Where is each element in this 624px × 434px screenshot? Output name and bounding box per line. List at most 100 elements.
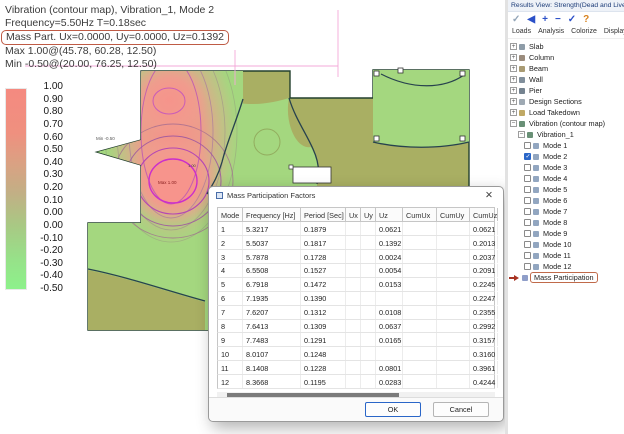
table-row[interactable]: 12 8.3668 0.1195 0.0283 0.4244 xyxy=(217,375,495,389)
mode-checkbox[interactable] xyxy=(524,219,531,226)
expander-icon[interactable]: − xyxy=(510,120,517,127)
tree-item[interactable]: Mode 3 xyxy=(508,162,624,173)
table-row[interactable]: 2 5.5037 0.1817 0.1392 0.2013 xyxy=(217,236,495,250)
tree-item[interactable]: Mode 10 xyxy=(508,239,624,250)
scrollbar-thumb[interactable] xyxy=(227,393,399,397)
results-tab[interactable]: Analysis xyxy=(538,28,564,35)
col-header-uz[interactable]: Uz xyxy=(376,208,403,221)
mode-checkbox[interactable] xyxy=(524,175,531,182)
validate-icon[interactable]: ✓ xyxy=(568,14,576,25)
table-row[interactable]: 5 6.7918 0.1472 0.0153 0.2245 xyxy=(217,278,495,292)
table-row[interactable]: 6 7.1935 0.1390 0.2247 xyxy=(217,292,495,306)
tree-item[interactable]: Mode 2 xyxy=(508,151,624,162)
col-header-cumux[interactable]: CumUx xyxy=(403,208,437,221)
column-marker xyxy=(374,136,379,141)
table-row[interactable]: 9 7.7483 0.1291 0.0165 0.3157 xyxy=(217,333,495,347)
tree-item[interactable]: Mass Participation xyxy=(508,272,624,283)
col-header-period[interactable]: Period [Sec] xyxy=(301,208,346,221)
cell-uy xyxy=(361,347,376,360)
mode-checkbox[interactable] xyxy=(524,252,531,259)
mode-checkbox[interactable] xyxy=(524,230,531,237)
tree-item[interactable]: + Load Takedown xyxy=(508,107,624,118)
cell-mode: 1 xyxy=(218,222,243,235)
back-arrow-icon[interactable]: ◀ xyxy=(527,14,535,25)
remove-icon[interactable]: − xyxy=(555,14,561,25)
tree-item[interactable]: Mode 8 xyxy=(508,217,624,228)
expander-icon[interactable]: + xyxy=(510,87,517,94)
cancel-button[interactable]: Cancel xyxy=(433,402,489,417)
tree-item[interactable]: + Design Sections xyxy=(508,96,624,107)
results-tab[interactable]: Display xyxy=(604,28,624,35)
expander-icon[interactable]: + xyxy=(510,109,517,116)
mass-participation-icon xyxy=(522,275,528,281)
plot-min-line: Min -0.50@(20.00, 76.25, 12.50) xyxy=(5,58,229,71)
col-header-cumuy[interactable]: CumUy xyxy=(437,208,470,221)
help-icon[interactable]: ? xyxy=(583,14,589,25)
mode-checkbox[interactable] xyxy=(524,142,531,149)
results-tab[interactable]: Loads xyxy=(512,28,531,35)
col-header-ux[interactable]: Ux xyxy=(346,208,361,221)
mode-checkbox[interactable] xyxy=(524,186,531,193)
col-header-cumuz[interactable]: CumUz xyxy=(470,208,498,221)
close-icon[interactable]: ✕ xyxy=(482,190,496,201)
tree-item[interactable]: + Column xyxy=(508,52,624,63)
expander-icon[interactable]: + xyxy=(510,65,517,72)
expander-icon[interactable]: + xyxy=(510,43,517,50)
tree-item[interactable]: Mode 4 xyxy=(508,173,624,184)
results-tab[interactable]: Colorize xyxy=(571,28,597,35)
tree-item[interactable]: + Slab xyxy=(508,41,624,52)
tree-item[interactable]: − Vibration (contour map) xyxy=(508,118,624,129)
tree-item[interactable]: Mode 9 xyxy=(508,228,624,239)
ok-button[interactable]: OK xyxy=(365,402,421,417)
tree-item[interactable]: Mode 11 xyxy=(508,250,624,261)
tree-item[interactable]: Mode 1 xyxy=(508,140,624,151)
table-row[interactable]: 1 5.3217 0.1879 0.0621 0.0621 xyxy=(217,222,495,236)
table-horizontal-scrollbar[interactable] xyxy=(217,392,495,397)
expander-icon[interactable]: + xyxy=(510,54,517,61)
cell-cumuz: 0.2247 xyxy=(470,292,498,305)
mode-checkbox[interactable] xyxy=(524,153,531,160)
green-zone-top-right xyxy=(373,70,469,147)
cell-mode: 12 xyxy=(218,375,243,388)
dialog-titlebar[interactable]: Mass Participation Factors ✕ xyxy=(209,187,503,203)
mode-checkbox[interactable] xyxy=(524,208,531,215)
table-row[interactable]: 8 7.6413 0.1309 0.0637 0.2992 xyxy=(217,320,495,334)
apply-check-icon[interactable]: ✓ xyxy=(512,14,520,25)
col-header-uy[interactable]: Uy xyxy=(361,208,376,221)
add-icon[interactable]: + xyxy=(542,14,548,25)
mode-checkbox[interactable] xyxy=(524,241,531,248)
mode-checkbox[interactable] xyxy=(524,197,531,204)
tree-item[interactable]: Mode 5 xyxy=(508,184,624,195)
cell-cumuy xyxy=(437,250,470,263)
table-row[interactable]: 4 6.5508 0.1527 0.0054 0.2091 xyxy=(217,264,495,278)
expander-icon[interactable]: − xyxy=(518,131,525,138)
cell-cumux xyxy=(403,222,437,235)
slab-icon xyxy=(519,44,525,50)
col-header-mode[interactable]: Mode xyxy=(218,208,243,221)
tree-item[interactable]: Mode 6 xyxy=(508,195,624,206)
expander-icon[interactable]: + xyxy=(510,76,517,83)
col-header-frequency[interactable]: Frequency [Hz] xyxy=(243,208,301,221)
cell-cumuz: 0.3160 xyxy=(470,347,498,360)
expander-icon[interactable]: + xyxy=(510,98,517,105)
cell-period: 0.1309 xyxy=(301,320,346,333)
mode-checkbox[interactable] xyxy=(524,263,531,270)
table-row[interactable]: 7 7.6207 0.1312 0.0108 0.2355 xyxy=(217,306,495,320)
tree-item[interactable]: + Beam xyxy=(508,63,624,74)
tree-item[interactable]: + Pier xyxy=(508,85,624,96)
cell-ux xyxy=(346,250,361,263)
tree-item[interactable]: Mode 7 xyxy=(508,206,624,217)
tree-item[interactable]: Mode 12 xyxy=(508,261,624,272)
table-row[interactable]: 10 8.0107 0.1248 0.3160 xyxy=(217,347,495,361)
legend-value: 0.40 xyxy=(30,157,63,168)
tree-item-label: Design Sections xyxy=(527,97,584,106)
cell-cumux xyxy=(403,292,437,305)
tree-item[interactable]: + Wall xyxy=(508,74,624,85)
mode-icon xyxy=(533,220,539,226)
table-row[interactable]: 3 5.7878 0.1728 0.0024 0.2037 xyxy=(217,250,495,264)
table-row[interactable]: 11 8.1408 0.1228 0.0801 0.3961 xyxy=(217,361,495,375)
cell-cumuy xyxy=(437,347,470,360)
mode-checkbox[interactable] xyxy=(524,164,531,171)
tree-item[interactable]: − Vibration_1 xyxy=(508,129,624,140)
plot-title-block: Vibration (contour map), Vibration_1, Mo… xyxy=(5,4,229,71)
